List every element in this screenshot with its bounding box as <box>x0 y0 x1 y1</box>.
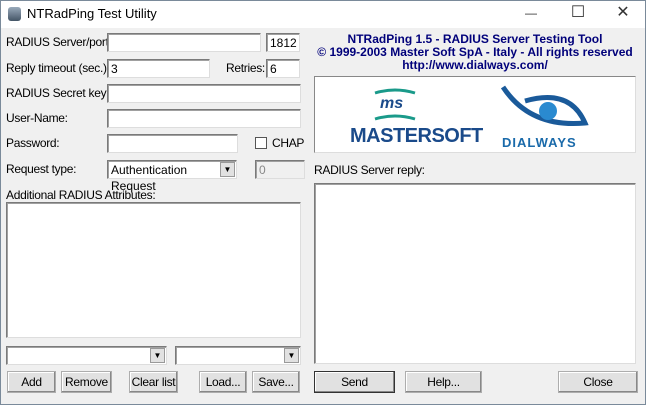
chap-label: CHAP <box>272 136 305 150</box>
app-icon <box>8 7 21 21</box>
username-label: User-Name: <box>6 111 68 125</box>
mastersoft-logo: ms MASTERSOFT <box>350 85 490 149</box>
send-button[interactable]: Send <box>314 371 395 393</box>
server-input[interactable] <box>107 33 261 52</box>
server-label: RADIUS Server/port: <box>6 35 112 49</box>
mastersoft-text: MASTERSOFT <box>350 125 483 147</box>
add-button[interactable]: Add <box>7 371 56 393</box>
logo-panel: ms MASTERSOFT DIALWAYS <box>314 76 636 153</box>
help-button[interactable]: Help... <box>405 371 482 393</box>
request-id-input: 0 <box>255 160 305 179</box>
remove-button[interactable]: Remove <box>61 371 112 393</box>
port-input[interactable]: 1812 <box>266 33 300 52</box>
clear-list-button[interactable]: Clear list <box>129 371 178 393</box>
password-label: Password: <box>6 136 60 150</box>
attribute-name-combo[interactable]: ▼ <box>6 346 167 365</box>
request-type-label: Request type: <box>6 162 77 176</box>
website-link[interactable]: http://www.dialways.com/ <box>314 58 636 72</box>
copyright-text: © 1999-2003 Master Soft SpA - Italy - Al… <box>317 45 633 59</box>
save-button[interactable]: Save... <box>252 371 300 393</box>
close-window-button[interactable]: ✕ <box>600 0 646 28</box>
timeout-label: Reply timeout (sec.): <box>6 61 110 75</box>
mastersoft-ms-text: ms <box>380 95 404 112</box>
secret-input[interactable] <box>107 84 301 103</box>
request-type-select[interactable]: Authentication Request ▼ <box>107 160 237 193</box>
reply-label: RADIUS Server reply: <box>314 163 425 177</box>
window-title: NTRadPing Test Utility <box>27 6 157 21</box>
reply-output[interactable] <box>314 183 636 364</box>
minimize-button[interactable]: — <box>508 0 554 28</box>
chevron-down-icon: ▼ <box>220 162 235 177</box>
chevron-down-icon: ▼ <box>150 348 165 363</box>
dialways-logo: DIALWAYS <box>500 83 600 151</box>
load-button[interactable]: Load... <box>199 371 247 393</box>
password-input[interactable] <box>107 134 238 153</box>
secret-label: RADIUS Secret key: <box>6 86 110 100</box>
attribute-value-combo[interactable]: ▼ <box>175 346 301 365</box>
chevron-down-icon: ▼ <box>284 348 299 363</box>
dialways-text: DIALWAYS <box>502 135 577 150</box>
timeout-input[interactable]: 3 <box>107 59 210 78</box>
attributes-list[interactable] <box>6 202 301 338</box>
retries-label: Retries: <box>226 61 265 75</box>
attributes-label: Additional RADIUS Attributes: <box>6 188 156 202</box>
chap-checkbox[interactable] <box>255 137 267 149</box>
retries-input[interactable]: 6 <box>266 59 300 78</box>
dialways-eye-icon <box>500 85 589 127</box>
close-button[interactable]: Close <box>558 371 638 393</box>
app-version-text: NTRadPing 1.5 - RADIUS Server Testing To… <box>347 32 603 46</box>
username-input[interactable] <box>107 109 301 128</box>
maximize-button[interactable]: ☐ <box>555 0 601 28</box>
